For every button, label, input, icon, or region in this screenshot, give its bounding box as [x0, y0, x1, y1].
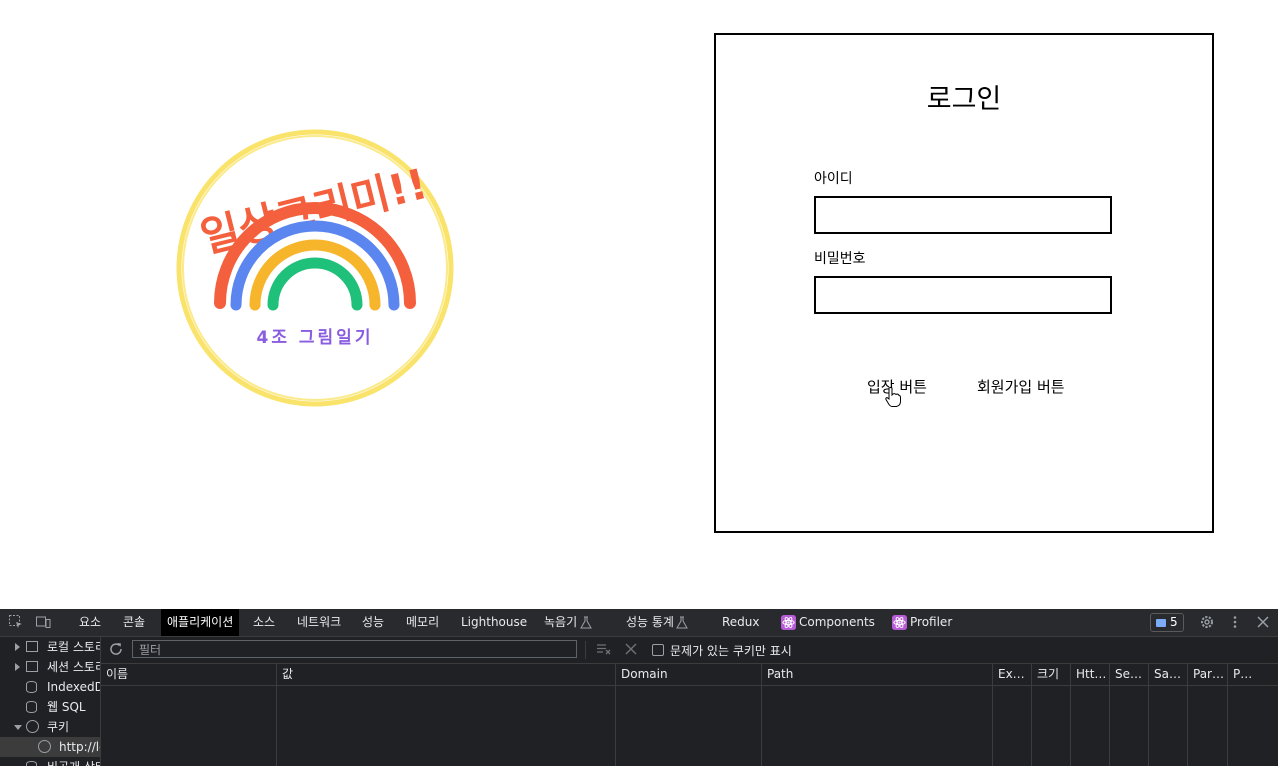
column-header-domain[interactable]: Domain — [615, 664, 762, 685]
more-options-icon[interactable] — [1227, 614, 1243, 630]
issues-count: 5 — [1170, 615, 1178, 629]
tab-sources[interactable]: 소스 — [253, 609, 275, 636]
column-divider — [1227, 685, 1228, 766]
ilsang-grimi-logo: 일상그리미!! 4조 그림일기 — [176, 129, 454, 407]
tab-lighthouse[interactable]: Lighthouse — [461, 609, 527, 636]
sidebar-item-private-state-tokens[interactable]: 비공개 상태 토큰 — [0, 757, 100, 766]
application-sidebar: 로컬 스토리지 세션 스토리지 IndexedDB 웹 SQL 쿠키 http:… — [0, 637, 101, 766]
tab-memory[interactable]: 메모리 — [406, 609, 439, 636]
table-icon — [26, 661, 38, 672]
sidebar-label: 비공개 상태 토큰 — [47, 757, 100, 766]
collapse-arrow-icon — [14, 725, 22, 730]
sidebar-item-cookie-origin[interactable]: http://localhost — [0, 737, 100, 757]
password-input[interactable] — [814, 276, 1112, 314]
id-input[interactable] — [814, 196, 1112, 234]
column-header-value[interactable]: 값 — [276, 664, 615, 685]
column-divider — [1148, 685, 1149, 766]
column-divider — [1070, 685, 1071, 766]
column-divider — [615, 685, 616, 766]
database-icon — [26, 681, 37, 693]
device-toolbar-icon[interactable] — [35, 614, 51, 630]
refresh-icon[interactable] — [108, 641, 124, 657]
column-header-path[interactable]: Path — [761, 664, 992, 685]
close-devtools-icon[interactable] — [1255, 614, 1271, 630]
column-header-expires[interactable]: Ex… — [992, 664, 1032, 685]
hand-cursor-icon — [885, 387, 901, 407]
sidebar-label: http://localhost — [59, 740, 100, 754]
sidebar-item-websql[interactable]: 웹 SQL — [0, 697, 100, 717]
sidebar-label: IndexedDB — [47, 680, 100, 694]
tab-recorder[interactable]: 녹음기 — [544, 609, 577, 636]
expand-arrow-icon — [15, 643, 20, 651]
clear-filtered-icon[interactable] — [596, 642, 612, 656]
sidebar-label: 로컬 스토리지 — [47, 640, 100, 654]
signup-button[interactable]: 회원가입 버튼 — [977, 376, 1065, 397]
column-divider — [761, 685, 762, 766]
column-header-httponly[interactable]: Htt… — [1070, 664, 1110, 685]
devtools-tabbar: 요소 콘솔 애플리케이션 소스 네트워크 성능 메모리 Lighthouse 녹… — [0, 609, 1278, 637]
sidebar-label: 세션 스토리지 — [47, 660, 100, 674]
tab-application[interactable]: 애플리케이션 — [161, 609, 240, 636]
password-label: 비밀번호 — [814, 251, 866, 267]
flask-icon — [580, 616, 592, 629]
issues-badge[interactable]: 5 — [1150, 613, 1184, 632]
column-header-secure[interactable]: Se… — [1109, 664, 1149, 685]
sidebar-item-indexeddb[interactable]: IndexedDB — [0, 677, 100, 697]
cookie-icon — [38, 740, 51, 753]
cookies-toolbar: 필터 문제가 있는 쿠키만 표시 — [101, 637, 1278, 664]
column-divider — [1109, 685, 1110, 766]
id-label: 아이디 — [814, 171, 853, 187]
react-icon — [892, 615, 907, 630]
column-header-size[interactable]: 크기 — [1031, 664, 1071, 685]
issues-icon — [1156, 618, 1166, 627]
column-header-samesite[interactable]: Sa… — [1148, 664, 1188, 685]
tab-components[interactable]: Components — [799, 609, 875, 636]
app-page: 일상그리미!! 4조 그림일기 로그인 아이디 비밀번호 입장 버튼 회원가입 … — [0, 0, 1278, 609]
logo-subtitle: 4조 그림일기 — [257, 328, 374, 348]
tab-console[interactable]: 콘솔 — [123, 609, 145, 636]
tab-elements[interactable]: 요소 — [79, 609, 101, 636]
toolbar-divider — [585, 641, 586, 659]
column-divider — [1031, 685, 1032, 766]
column-divider — [1187, 685, 1188, 766]
only-issues-label: 문제가 있는 쿠키만 표시 — [670, 644, 792, 658]
tab-redux[interactable]: Redux — [722, 609, 760, 636]
column-divider — [992, 685, 993, 766]
devtools-panel: 요소 콘솔 애플리케이션 소스 네트워크 성능 메모리 Lighthouse 녹… — [0, 609, 1278, 766]
inspect-element-icon[interactable] — [8, 614, 24, 630]
tab-profiler[interactable]: Profiler — [910, 609, 952, 636]
sidebar-label: 쿠키 — [47, 720, 70, 734]
only-issues-checkbox[interactable] — [652, 644, 664, 656]
tab-network[interactable]: 네트워크 — [297, 609, 341, 636]
login-form: 로그인 아이디 비밀번호 입장 버튼 회원가입 버튼 — [714, 33, 1214, 533]
filter-input[interactable]: 필터 — [132, 640, 577, 658]
flask-icon — [676, 616, 688, 629]
delete-all-icon[interactable] — [625, 643, 637, 655]
database-icon — [26, 761, 37, 766]
column-header-partition-key[interactable]: Par… — [1187, 664, 1228, 685]
login-title: 로그인 — [926, 84, 1002, 115]
tab-performance[interactable]: 성능 — [362, 609, 384, 636]
sidebar-item-cookies[interactable]: 쿠키 — [0, 717, 100, 737]
tab-performance-insights[interactable]: 성능 통계 — [626, 609, 674, 636]
sidebar-item-session-storage[interactable]: 세션 스토리지 — [0, 657, 100, 677]
database-icon — [26, 701, 37, 713]
sidebar-item-local-storage[interactable]: 로컬 스토리지 — [0, 637, 100, 657]
react-icon — [781, 615, 796, 630]
table-icon — [26, 641, 38, 652]
cookie-icon — [26, 720, 39, 733]
cookies-table-header: 이름 값 Domain Path Ex… 크기 Htt… Se… Sa… Par… — [101, 664, 1278, 686]
column-header-name[interactable]: 이름 — [101, 664, 277, 685]
settings-gear-icon[interactable] — [1199, 614, 1215, 630]
expand-arrow-icon — [15, 663, 20, 671]
column-divider — [276, 685, 277, 766]
column-header-priority[interactable]: P… — [1227, 664, 1278, 685]
sidebar-label: 웹 SQL — [47, 700, 86, 714]
